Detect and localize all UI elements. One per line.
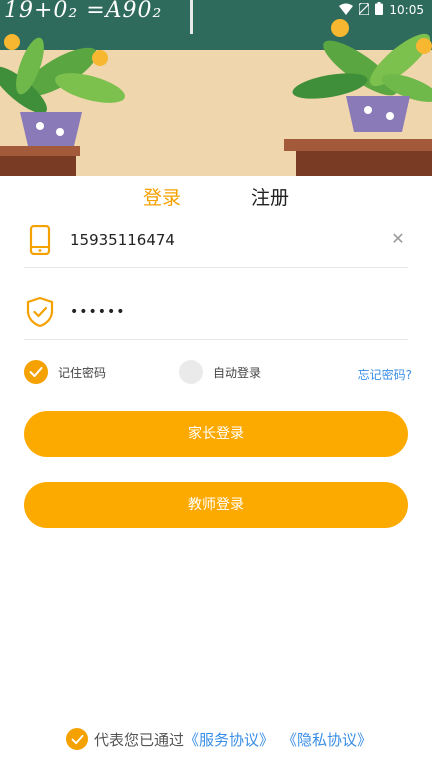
classroom-illustration [0, 0, 432, 176]
phone-icon [24, 224, 56, 256]
shield-check-icon [24, 296, 56, 328]
phone-field: ✕ [24, 212, 408, 268]
chalkboard-formula: 19+0₂ =A90₂ [4, 0, 163, 23]
auth-tabs: 登录 注册 [0, 183, 432, 213]
agreement-checkbox[interactable] [66, 728, 88, 750]
privacy-agreement-link[interactable]: 《隐私协议》 [282, 729, 372, 750]
auto-login-label: 自动登录 [213, 365, 262, 380]
auto-login-checkbox[interactable]: 自动登录 [179, 360, 261, 384]
remember-password-label: 记住密码 [58, 365, 107, 380]
password-input[interactable] [70, 303, 360, 320]
status-bar: 10:05 [339, 0, 432, 20]
checkmark-icon [24, 360, 48, 384]
agreement-text: 代表您已通过 [94, 730, 185, 749]
login-options: 记住密码 自动登录 忘记密码? [24, 360, 412, 388]
agreement-row: 代表您已通过 《服务协议》 《隐私协议》 [66, 727, 372, 751]
tab-login[interactable]: 登录 [143, 183, 181, 210]
service-agreement-link[interactable]: 《服务协议》 [184, 729, 274, 750]
status-time: 10:05 [389, 3, 424, 17]
clear-phone-button[interactable]: ✕ [388, 229, 408, 249]
phone-input[interactable] [70, 230, 360, 249]
teacher-login-button[interactable]: 教师登录 [24, 482, 408, 528]
wifi-icon [339, 3, 354, 18]
unchecked-circle-icon [179, 360, 203, 384]
forgot-password-link[interactable]: 忘记密码? [358, 366, 412, 383]
parent-login-button[interactable]: 家长登录 [24, 411, 408, 457]
tab-register[interactable]: 注册 [251, 183, 289, 210]
header-illustration: 19+0₂ =A90₂ [0, 0, 432, 176]
remember-password-checkbox[interactable]: 记住密码 [24, 360, 106, 384]
battery-icon [375, 2, 384, 18]
no-sim-icon [358, 1, 371, 18]
login-screen: 19+0₂ =A90₂ 10:05 登录 注册 ✕ [0, 0, 432, 768]
password-field [24, 284, 408, 340]
